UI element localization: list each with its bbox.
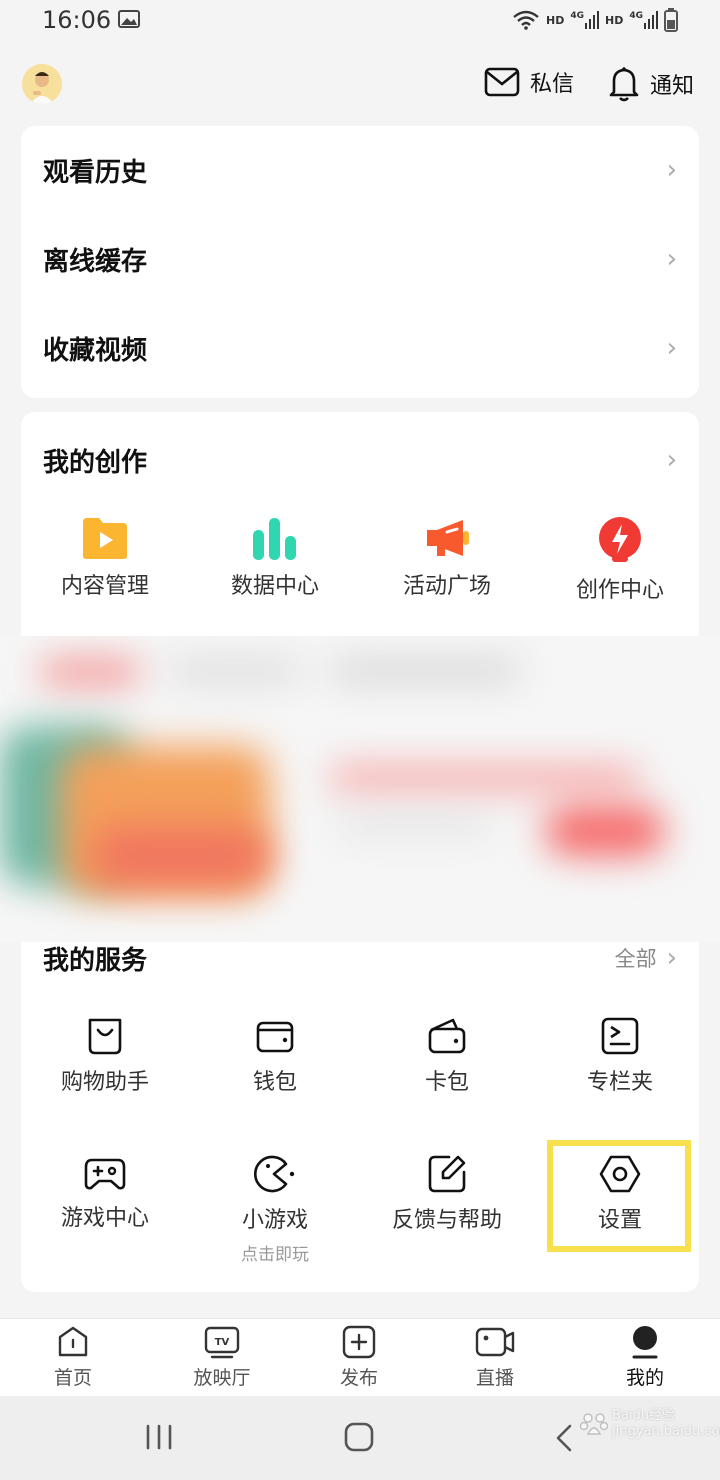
chevron-right-icon: ›	[666, 155, 677, 185]
chevron-right-icon: ›	[666, 244, 677, 274]
service-item-label: 反馈与帮助	[391, 1208, 502, 1233]
card-holder-icon	[428, 1018, 466, 1054]
shopping-bag-icon	[88, 1018, 122, 1055]
baidu-watermark: Baidu经验 jingyan.baidu.com	[580, 1408, 720, 1440]
list-item-label: 观看历史	[43, 157, 148, 188]
bottom-nav: 首页 TV 放映厅 发布 直播 我的	[0, 1318, 720, 1396]
system-navigation-bar: Baidu经验 jingyan.baidu.com	[0, 1396, 720, 1480]
creation-item-activity-square[interactable]: 活动广场	[362, 516, 532, 600]
signal-2: 4G	[629, 11, 658, 29]
list-item-watch-history[interactable]: 观看历史 ›	[43, 150, 677, 190]
bolt-badge-icon	[599, 517, 641, 562]
profile-icon	[632, 1326, 658, 1359]
nav-tab-theater[interactable]: TV 放映厅	[167, 1325, 277, 1390]
signal-1: 4G	[570, 11, 599, 29]
baidu-paw-icon	[580, 1413, 608, 1435]
services-header: 我的服务 全部 ›	[43, 938, 677, 978]
back-chevron-icon	[556, 1424, 572, 1452]
gamepad-icon	[84, 1158, 126, 1190]
service-item-label: 购物助手	[60, 1070, 149, 1095]
pacman-icon	[254, 1155, 295, 1193]
list-item-offline-cache[interactable]: 离线缓存 ›	[43, 239, 677, 279]
nav-tab-me[interactable]: 我的	[590, 1325, 700, 1390]
service-item-mini-games[interactable]: 小游戏 点击即玩	[190, 1154, 360, 1265]
video-camera-icon	[475, 1327, 515, 1357]
bell-icon	[609, 67, 639, 102]
service-item-wallet[interactable]: 钱包	[190, 1016, 360, 1096]
settings-highlight-box	[547, 1140, 691, 1252]
plus-square-icon	[342, 1325, 376, 1359]
services-all-label: 全部	[614, 947, 657, 971]
edit-icon	[428, 1155, 466, 1193]
megaphone-icon	[427, 520, 469, 556]
blurred-promo-banner[interactable]	[0, 636, 720, 942]
nav-tab-label: 首页	[53, 1367, 92, 1389]
messages-label: 私信	[530, 72, 575, 97]
service-item-label: 卡包	[424, 1070, 469, 1095]
chevron-right-icon: ›	[666, 445, 677, 475]
creation-item-label: 创作中心	[575, 578, 664, 603]
services-title: 我的服务	[43, 945, 148, 976]
chevron-right-icon: ›	[666, 943, 677, 973]
home-button[interactable]	[344, 1422, 374, 1452]
nav-tab-label: 放映厅	[193, 1367, 251, 1389]
service-item-column-folder[interactable]: 专栏夹	[535, 1016, 705, 1096]
service-item-label: 游戏中心	[60, 1206, 149, 1231]
messages-button[interactable]: 私信	[484, 66, 574, 98]
nav-tab-label: 发布	[339, 1367, 378, 1389]
network-hd-2: HD	[605, 13, 624, 27]
service-item-label: 钱包	[252, 1070, 297, 1095]
back-button[interactable]	[555, 1424, 573, 1452]
column-folder-icon	[601, 1017, 639, 1055]
service-item-feedback-help[interactable]: 反馈与帮助	[362, 1154, 532, 1234]
creation-card: 我的创作 › 内容管理 数据中心 活动广场 创作中心	[21, 412, 699, 652]
list-item-label: 离线缓存	[43, 246, 148, 277]
nav-tab-live[interactable]: 直播	[440, 1325, 550, 1390]
creation-item-label: 内容管理	[60, 574, 149, 599]
nav-tab-home[interactable]: 首页	[18, 1325, 128, 1390]
service-item-label: 专栏夹	[586, 1070, 653, 1095]
service-item-game-center[interactable]: 游戏中心	[20, 1154, 190, 1232]
nav-tab-label: 直播	[475, 1367, 514, 1389]
gallery-notification-icon	[118, 10, 140, 28]
list-item-favorites[interactable]: 收藏视频 ›	[43, 328, 677, 368]
network-hd-1: HD	[546, 13, 565, 27]
recent-apps-icon	[146, 1424, 172, 1450]
signal-bars-icon	[585, 11, 599, 29]
nav-tab-label: 我的	[625, 1367, 664, 1389]
creation-item-label: 活动广场	[402, 574, 491, 599]
notifications-button[interactable]: 通知	[608, 66, 694, 102]
service-item-card-holder[interactable]: 卡包	[362, 1016, 532, 1096]
nav-tab-publish[interactable]: 发布	[304, 1325, 414, 1390]
svg-text:TV: TV	[215, 1337, 230, 1348]
creation-item-creator-center[interactable]: 创作中心	[535, 516, 705, 604]
services-all-link[interactable]: 全部 ›	[615, 943, 677, 973]
home-square-icon	[344, 1422, 374, 1452]
wifi-icon	[512, 10, 540, 30]
service-item-shopping[interactable]: 购物助手	[20, 1016, 190, 1096]
creation-item-label: 数据中心	[230, 574, 319, 599]
status-time: 16:06	[42, 6, 112, 34]
recent-apps-button[interactable]	[145, 1424, 173, 1450]
creation-header[interactable]: 我的创作 ›	[43, 440, 677, 480]
service-item-sublabel: 点击即玩	[241, 1245, 309, 1265]
creation-item-content-management[interactable]: 内容管理	[20, 516, 190, 600]
battery-icon	[664, 8, 678, 32]
home-icon	[58, 1326, 88, 1357]
wallet-icon	[256, 1021, 294, 1053]
bar-chart-icon	[253, 518, 296, 560]
notifications-label: 通知	[650, 74, 695, 99]
creation-title: 我的创作	[43, 447, 148, 478]
user-avatar[interactable]	[22, 64, 62, 104]
status-indicators: HD 4G HD 4G	[512, 8, 678, 32]
mail-icon	[484, 67, 520, 97]
tv-icon: TV	[204, 1326, 240, 1359]
list-item-label: 收藏视频	[43, 335, 148, 366]
folder-play-icon	[83, 518, 127, 559]
creation-item-data-center[interactable]: 数据中心	[190, 516, 360, 600]
quick-list-card: 观看历史 › 离线缓存 › 收藏视频 ›	[21, 126, 699, 398]
service-item-label: 小游戏	[241, 1208, 308, 1233]
chevron-right-icon: ›	[666, 333, 677, 363]
signal-bars-icon	[644, 11, 658, 29]
